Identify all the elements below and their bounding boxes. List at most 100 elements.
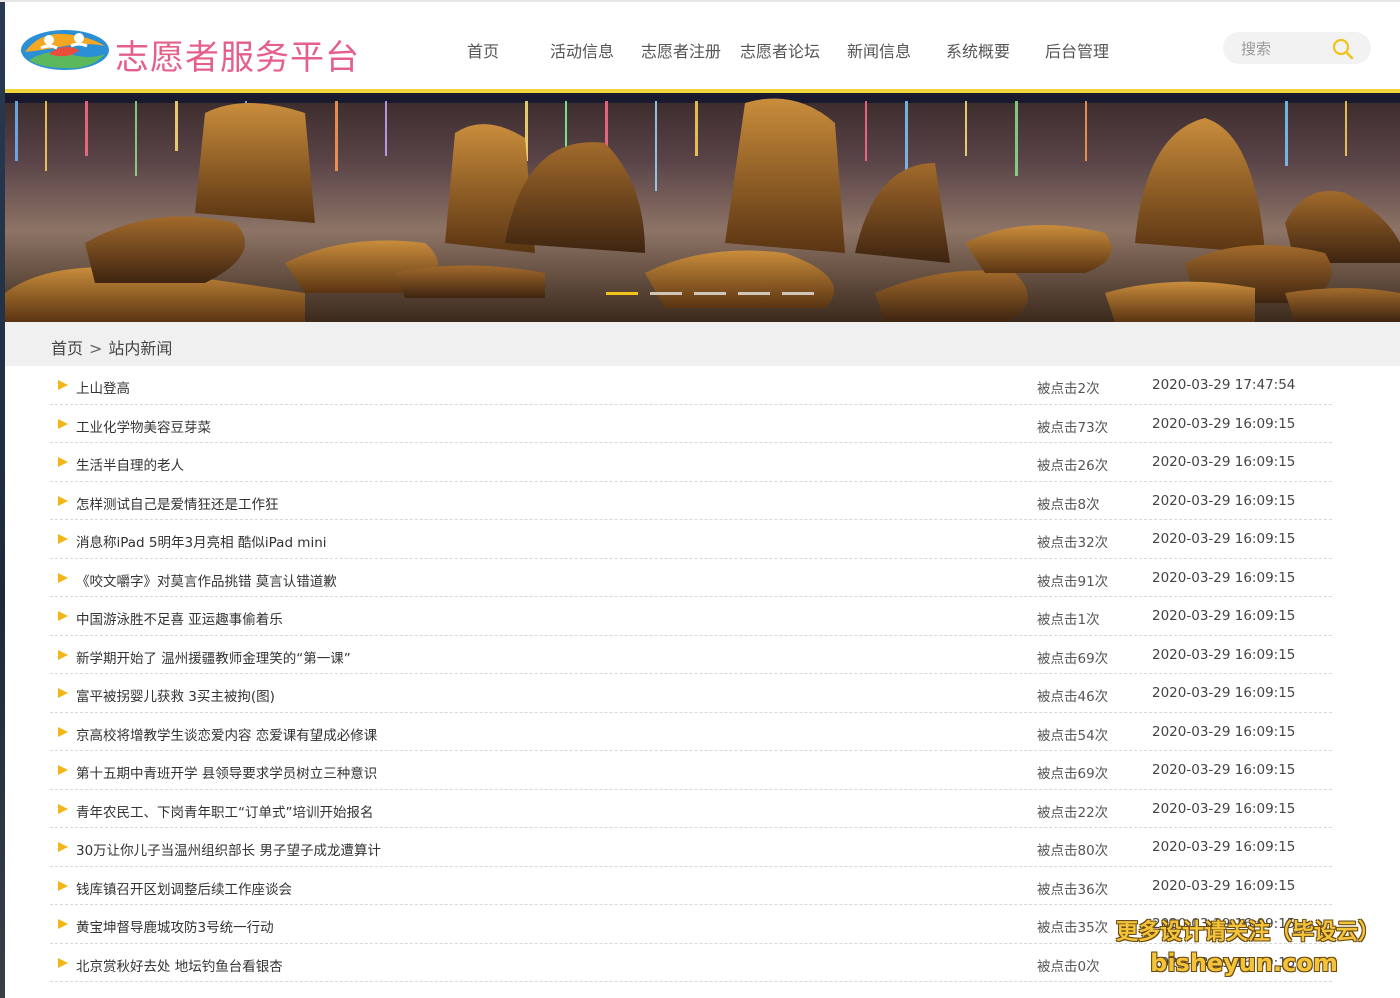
breadcrumb-current: 站内新闻 bbox=[108, 339, 173, 358]
carousel-dot[interactable] bbox=[606, 292, 638, 295]
news-date: 2020-03-29 16:09:15 bbox=[1152, 415, 1296, 432]
volunteer-logo-icon[interactable] bbox=[19, 24, 111, 74]
bullet-arrow-icon bbox=[58, 803, 68, 814]
bullet-arrow-icon bbox=[58, 919, 68, 929]
bullet-arrow-icon bbox=[58, 957, 68, 968]
news-click-count: 被点击91次 bbox=[1037, 573, 1109, 590]
news-title[interactable]: 第十五期中青班开学 县领导要求学员树立三种意识 bbox=[76, 762, 377, 782]
nav-admin[interactable]: 后台管理 bbox=[1045, 38, 1109, 62]
news-click-count: 被点击22次 bbox=[1037, 804, 1109, 821]
news-date: 2020-03-29 16:09:15 bbox=[1152, 685, 1296, 701]
nav-news[interactable]: 新闻信息 bbox=[847, 38, 911, 62]
news-click-count: 被点击32次 bbox=[1037, 535, 1109, 551]
news-click-count: 被点击73次 bbox=[1037, 419, 1109, 436]
news-row[interactable]: 30万让你儿子当温州组织部长 男子望子成龙遭算计 被点击80次 2020-03-29… bbox=[50, 828, 1332, 867]
news-title[interactable]: 30万让你儿子当温州组织部长 男子望子成龙遭算计 bbox=[76, 839, 381, 859]
news-click-count: 被点击26次 bbox=[1037, 458, 1109, 474]
bullet-arrow-icon bbox=[58, 380, 68, 390]
watermark: 更多设计请关注（毕设云） bisheyun.com bbox=[1116, 918, 1381, 978]
news-title[interactable]: 青年农民工、下岗青年职工“订单式”培训开始报名 bbox=[76, 801, 374, 821]
news-title[interactable]: 消息称iPad 5明年3月亮相 酷似iPad mini bbox=[76, 531, 327, 551]
news-click-count: 被点击0次 bbox=[1037, 958, 1100, 975]
news-click-count: 被点击36次 bbox=[1037, 881, 1109, 898]
news-click-count: 被点击80次 bbox=[1037, 843, 1109, 859]
carousel-dot[interactable] bbox=[782, 292, 814, 295]
news-click-count: 被点击54次 bbox=[1037, 727, 1109, 744]
banner-carousel[interactable] bbox=[5, 93, 1400, 322]
news-date: 2020-03-29 16:09:15 bbox=[1152, 762, 1296, 778]
breadcrumb: 首页 > 站内新闻 bbox=[51, 335, 172, 359]
bullet-arrow-icon bbox=[58, 726, 68, 737]
bullet-arrow-icon bbox=[58, 572, 68, 583]
news-row[interactable]: 工业化学物美容豆芽菜 被点击73次 2020-03-29 16:09:15 bbox=[50, 405, 1332, 443]
news-row[interactable]: 新学期开始了 温州援疆教师金理笑的“第一课” 被点击69次 2020-03-29 1… bbox=[50, 636, 1332, 674]
news-click-count: 被点击35次 bbox=[1037, 920, 1109, 936]
news-row[interactable]: 第十五期中青班开学 县领导要求学员树立三种意识 被点击69次 2020-03-29 … bbox=[50, 751, 1332, 790]
news-click-count: 被点击2次 bbox=[1037, 381, 1100, 397]
bullet-arrow-icon bbox=[58, 649, 68, 660]
carousel-dot[interactable] bbox=[694, 292, 726, 295]
site-header: 志愿者服务平台 首页 活动信息 志愿者注册 志愿者论坛 新闻信息 系统概要 后台… bbox=[5, 2, 1400, 90]
news-row[interactable]: 富平被拐婴儿获救 3买主被拘(图) 被点击46次 2020-03-29 16:09:… bbox=[50, 674, 1332, 713]
banner-image bbox=[5, 93, 1400, 322]
news-click-count: 被点击69次 bbox=[1037, 766, 1109, 782]
site-brand-title[interactable]: 志愿者服务平台 bbox=[115, 30, 360, 79]
news-date: 2020-03-29 16:09:15 bbox=[1152, 839, 1296, 855]
news-row[interactable]: 上山登高 被点击2次 2020-03-29 17:47:54 bbox=[50, 366, 1332, 405]
bullet-arrow-icon bbox=[58, 842, 68, 852]
breadcrumb-home[interactable]: 首页 bbox=[51, 335, 83, 359]
news-title[interactable]: 富平被拐婴儿获救 3买主被拘(图) bbox=[76, 685, 275, 705]
news-title[interactable]: 北京赏秋好去处 地坛钓鱼台看银杏 bbox=[76, 955, 283, 975]
news-title[interactable]: 中国游泳胜不足喜 亚运趣事偷着乐 bbox=[76, 608, 283, 628]
news-date: 2020-03-29 16:09:15 bbox=[1152, 569, 1296, 586]
search-input[interactable] bbox=[1239, 38, 1333, 60]
nav-forum[interactable]: 志愿者论坛 bbox=[740, 38, 820, 62]
news-title[interactable]: 上山登高 bbox=[76, 377, 130, 397]
news-date: 2020-03-29 16:09:15 bbox=[1152, 531, 1296, 547]
news-click-count: 被点击69次 bbox=[1037, 650, 1109, 667]
news-title[interactable]: 怎样测试自己是爱情狂还是工作狂 bbox=[76, 493, 279, 513]
news-title[interactable]: 京高校将增教学生谈恋爱内容 恋爱课有望成必修课 bbox=[76, 724, 377, 744]
carousel-dot[interactable] bbox=[738, 292, 770, 295]
news-row[interactable]: 中国游泳胜不足喜 亚运趣事偷着乐 被点击1次 2020-03-29 16:09:15 bbox=[50, 597, 1332, 636]
news-list: 上山登高 被点击2次 2020-03-29 17:47:54 工业化学物美容豆芽菜 被点… bbox=[50, 366, 1332, 982]
news-click-count: 被点击1次 bbox=[1037, 612, 1100, 628]
search-box bbox=[1223, 32, 1371, 64]
news-date: 2020-03-29 16:09:15 bbox=[1152, 454, 1296, 470]
news-title[interactable]: 新学期开始了 温州援疆教师金理笑的“第一课” bbox=[76, 647, 351, 667]
search-icon[interactable] bbox=[1331, 37, 1355, 61]
carousel-dot[interactable] bbox=[650, 292, 682, 295]
news-title[interactable]: 生活半自理的老人 bbox=[76, 454, 184, 474]
watermark-line1: 更多设计请关注（毕设云） bbox=[1116, 920, 1381, 945]
bullet-arrow-icon bbox=[58, 418, 68, 429]
nav-activities[interactable]: 活动信息 bbox=[550, 38, 614, 62]
news-row[interactable]: 怎样测试自己是爱情狂还是工作狂 被点击8次 2020-03-29 16:09:15 bbox=[50, 482, 1332, 520]
breadcrumb-separator: > bbox=[89, 339, 103, 358]
news-date: 2020-03-29 16:09:15 bbox=[1152, 492, 1296, 509]
bullet-arrow-icon bbox=[58, 765, 68, 775]
breadcrumb-bar: 首页 > 站内新闻 bbox=[5, 322, 1400, 366]
news-date: 2020-03-29 16:09:15 bbox=[1152, 646, 1296, 663]
bullet-arrow-icon bbox=[58, 688, 68, 698]
news-date: 2020-03-29 17:47:54 bbox=[1152, 377, 1296, 393]
news-row[interactable]: 青年农民工、下岗青年职工“订单式”培训开始报名 被点击22次 2020-03-29 … bbox=[50, 790, 1332, 828]
nav-home[interactable]: 首页 bbox=[467, 38, 499, 62]
news-row[interactable]: 京高校将增教学生谈恋爱内容 恋爱课有望成必修课 被点击54次 2020-03-29 … bbox=[50, 713, 1332, 751]
bullet-arrow-icon bbox=[58, 495, 68, 506]
news-title[interactable]: 黄宝坤督导鹿城攻防3号统一行动 bbox=[76, 916, 274, 936]
nav-register[interactable]: 志愿者注册 bbox=[641, 38, 721, 62]
news-date: 2020-03-29 16:09:15 bbox=[1152, 608, 1296, 624]
bullet-arrow-icon bbox=[58, 611, 68, 621]
nav-overview[interactable]: 系统概要 bbox=[946, 38, 1010, 62]
bullet-arrow-icon bbox=[58, 880, 68, 891]
news-title[interactable]: 工业化学物美容豆芽菜 bbox=[76, 416, 211, 436]
news-row[interactable]: 钱库镇召开区划调整后续工作座谈会 被点击36次 2020-03-29 16:09:1… bbox=[50, 867, 1332, 905]
bullet-arrow-icon bbox=[58, 534, 68, 544]
news-title[interactable]: 钱库镇召开区划调整后续工作座谈会 bbox=[76, 878, 292, 898]
news-date: 2020-03-29 16:09:15 bbox=[1152, 723, 1296, 740]
news-title[interactable]: 《咬文嚼字》对莫言作品挑错 莫言认错道歉 bbox=[76, 570, 337, 590]
news-row[interactable]: 生活半自理的老人 被点击26次 2020-03-29 16:09:15 bbox=[50, 443, 1332, 482]
news-row[interactable]: 消息称iPad 5明年3月亮相 酷似iPad mini 被点击32次 2020-03… bbox=[50, 520, 1332, 559]
bullet-arrow-icon bbox=[58, 457, 68, 467]
news-row[interactable]: 《咬文嚼字》对莫言作品挑错 莫言认错道歉 被点击91次 2020-03-29 16:… bbox=[50, 559, 1332, 597]
